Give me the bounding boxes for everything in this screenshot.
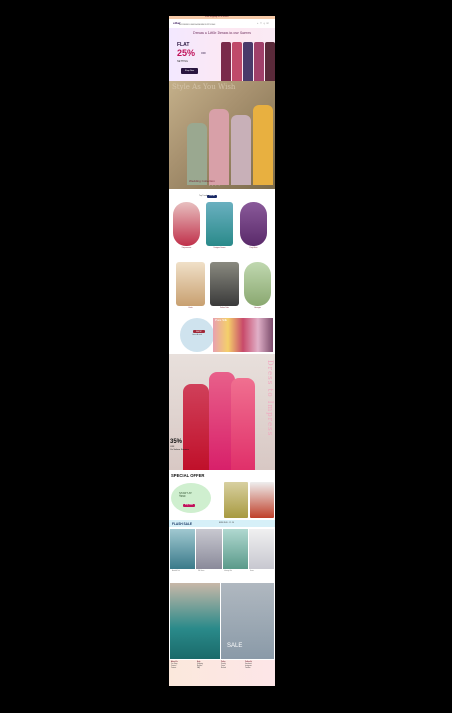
footer-link[interactable]: Facebook xyxy=(245,664,252,665)
model-figure xyxy=(231,378,255,470)
footer-col-social: Follow Us Facebook Instagram Youtube xyxy=(245,662,252,670)
arrivals-shop-button[interactable]: SHOP xyxy=(193,330,205,333)
footer-link[interactable]: Terms xyxy=(221,666,225,667)
category-label[interactable]: Salwar Suits xyxy=(211,308,238,309)
bottom-banners: SALE xyxy=(169,583,275,660)
category-label[interactable]: Kanjeevaram xyxy=(173,248,200,249)
product-card[interactable] xyxy=(222,529,248,569)
category-card[interactable] xyxy=(176,262,205,306)
hero-models-image xyxy=(187,99,273,185)
special-buy-label: Buy Now xyxy=(185,504,194,507)
model-figure xyxy=(183,384,209,470)
dress-banner[interactable]: Dress to Impress 35% OFF On Salwar Kameez xyxy=(169,354,275,470)
category-card[interactable] xyxy=(206,202,233,246)
dress-subtext: OFF On Salwar Kameez xyxy=(170,446,189,452)
product-label[interactable]: Silk Saree xyxy=(198,571,204,572)
main-nav[interactable]: NEW SAREES LEHENGA SALWAR KURTIS SALE xyxy=(179,25,215,26)
arrivals-circle: SHOP Latest Arrivals xyxy=(180,318,214,352)
flash-sale-title: FLASH SALE xyxy=(172,521,193,526)
product-label[interactable]: Anarkali Suit xyxy=(172,571,180,572)
arrivals-text: Latest Arrivals xyxy=(192,335,203,336)
category-card[interactable] xyxy=(173,202,200,246)
special-offer-heading: SPECIAL OFFER xyxy=(171,473,205,478)
hero-footer-text: Wedding Collection xyxy=(189,179,215,183)
arrivals-section: SHOP Latest Arrivals Pure Silk xyxy=(169,317,275,354)
flash-sale-timer: ENDS IN 05 : 12 : 36 xyxy=(219,522,234,524)
dress-sub: On Salwar Kameez xyxy=(170,449,189,451)
product-card[interactable] xyxy=(170,529,196,569)
dress-percent: 35% xyxy=(170,439,183,445)
product-label[interactable]: Gown xyxy=(250,571,254,572)
footer-link[interactable]: Youtube xyxy=(245,668,250,669)
footer-link[interactable]: Careers xyxy=(171,666,176,667)
special-buy-button[interactable]: Buy Now xyxy=(183,504,195,507)
footer-col-help: Help Shipping Returns FAQ xyxy=(197,662,203,670)
category-card[interactable] xyxy=(240,202,267,246)
sale-text: SALE xyxy=(227,643,243,649)
footer-col-policy: Policy Privacy Terms Refund xyxy=(221,662,226,670)
anarkali-banner[interactable] xyxy=(170,583,220,659)
promo-percent: 25% xyxy=(177,48,196,58)
category-card[interactable] xyxy=(244,262,271,306)
promo-shop-button[interactable]: Shop Now xyxy=(181,68,198,74)
footer-col-about: About Us Our Story Careers Contact xyxy=(171,662,178,670)
flash-products xyxy=(170,529,274,569)
arrivals-button-label: SHOP xyxy=(196,330,202,333)
flash-sale-header: FLASH SALE ENDS IN 05 : 12 : 36 xyxy=(169,520,275,527)
category-label[interactable]: Kurtis xyxy=(177,308,204,309)
footer-link[interactable]: Instagram xyxy=(245,666,252,667)
footer-link[interactable]: Returns xyxy=(197,666,202,667)
promo-off: OFF xyxy=(201,52,206,55)
special-offer-blob: START AT ₹999 Buy Now xyxy=(171,483,211,513)
special-price: ₹999 xyxy=(179,494,186,499)
category-label[interactable]: Party Wear xyxy=(240,248,267,249)
footer-link[interactable]: Our Story xyxy=(171,664,177,665)
footer-col-title: Policy xyxy=(221,662,226,663)
announcement-text: Free shipping on all orders xyxy=(205,16,229,18)
category-section: Top Trends View All Kanjeevaram Designer… xyxy=(169,189,275,317)
header-icons[interactable]: ⌕ ♡ ⚲ ◱ xyxy=(257,22,269,25)
footer-col-title: Follow Us xyxy=(245,662,253,663)
dress-off: OFF xyxy=(170,446,175,448)
product-card[interactable] xyxy=(248,529,274,569)
silk-rack-image[interactable]: Pure Silk xyxy=(213,318,273,352)
special-offer-section: SPECIAL OFFER START AT ₹999 Buy Now xyxy=(169,470,275,520)
footer-col-title: About Us xyxy=(171,662,178,663)
footer-link[interactable]: Privacy xyxy=(221,664,226,665)
product-label[interactable]: Lehenga Set xyxy=(224,571,232,572)
footer-link[interactable]: FAQ xyxy=(197,668,200,669)
product-card[interactable] xyxy=(196,529,222,569)
special-offer-images[interactable] xyxy=(224,482,274,518)
promo-subtext: NETTING xyxy=(177,60,188,63)
site-footer: About Us Our Story Careers Contact Help … xyxy=(169,660,275,686)
footer-col-title: Help xyxy=(197,662,201,663)
promo-models-image xyxy=(221,42,275,81)
category-card[interactable] xyxy=(210,262,239,306)
flash-sale-section: FLASH SALE ENDS IN 05 : 12 : 36 Anarkali… xyxy=(169,520,275,583)
footer-link[interactable]: Refund xyxy=(221,668,226,669)
footer-link[interactable]: Shipping xyxy=(197,664,203,665)
category-label[interactable]: Lehengas xyxy=(244,308,271,309)
promo-banner[interactable]: Dream a Little Dream in our Sarees FLAT … xyxy=(169,28,275,81)
rack-caption: Pure Silk xyxy=(215,318,228,322)
promo-heading: Dream a Little Dream in our Sarees xyxy=(193,31,251,35)
view-all-button[interactable]: View All xyxy=(207,195,217,198)
footer-link[interactable]: Contact xyxy=(171,668,176,669)
page: Free shipping on all orders sitar NEW SA… xyxy=(169,16,275,686)
special-offer-price: START AT ₹999 xyxy=(179,491,192,499)
category-label[interactable]: Designer Sarees xyxy=(206,248,233,249)
carousel-dots[interactable]: • • • • xyxy=(209,185,220,187)
dress-vertical-text: Dress to Impress xyxy=(266,360,274,437)
hero-banner[interactable]: Style As You Wish Wedding Collection • •… xyxy=(169,81,275,189)
hero-overlay-text: Style As You Wish xyxy=(172,83,236,91)
